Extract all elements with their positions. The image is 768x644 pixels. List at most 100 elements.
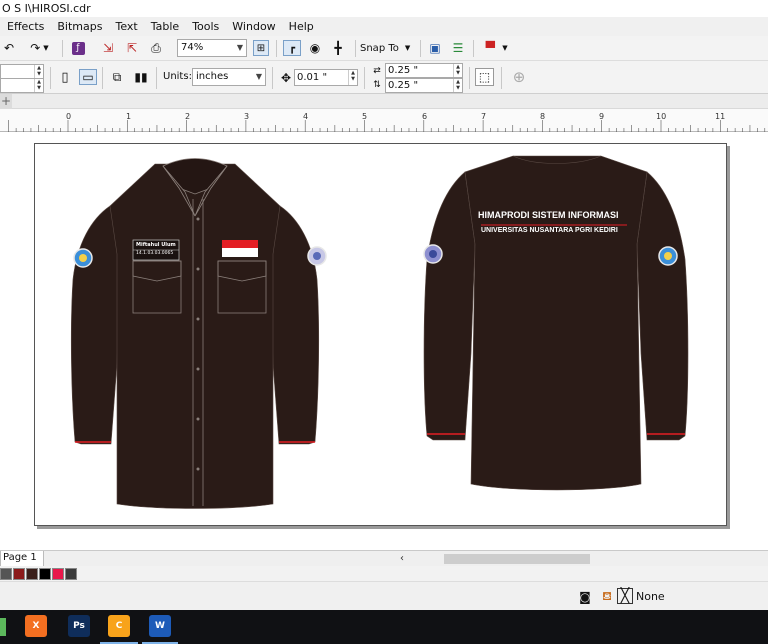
portrait-button[interactable]: ▯ [57, 69, 73, 85]
back-shirt[interactable] [423, 155, 689, 491]
back-left-sleeve-patch[interactable] [423, 244, 443, 264]
search-content-button[interactable]: ƒ [69, 40, 87, 56]
taskbar-app-word[interactable]: W [149, 615, 171, 637]
menu-table[interactable]: Table [151, 20, 179, 33]
options-icon: ☰ [452, 41, 464, 55]
treat-as-filled-button[interactable]: ⬚ [475, 68, 494, 86]
spinner[interactable]: ▲ ▼ [348, 70, 357, 85]
full-screen-preview-button[interactable]: ⊞ [253, 40, 269, 56]
shirt-artwork[interactable] [35, 144, 728, 527]
page-tab[interactable]: Page 1 [0, 551, 44, 567]
page-tab-label: Page 1 [3, 552, 37, 563]
nudge-distance-field[interactable]: 0.01 " ▲ ▼ [294, 69, 358, 86]
snap-to-dropdown[interactable]: Snap To ▼ [360, 40, 414, 56]
taskbar-app-xampp[interactable]: X [25, 615, 47, 637]
page-height-field[interactable]: ▲ ▼ [0, 78, 44, 93]
spinner[interactable]: ▲ ▼ [34, 65, 43, 78]
import-button[interactable]: ⇲ [99, 40, 117, 56]
fill-bucket-icon[interactable]: ⛾ [599, 589, 615, 605]
separator [272, 67, 273, 89]
zoom-level-value: 74% [181, 42, 204, 53]
add-page-button[interactable]: ⊕ [509, 68, 529, 86]
menu-effects[interactable]: Effects [7, 20, 44, 33]
chevron-down-icon: ▼ [43, 44, 49, 52]
current-page-button[interactable]: ▮▮ [132, 69, 150, 85]
horizontal-ruler[interactable]: 0 1 2 3 4 5 6 7 8 9 10 11 [0, 109, 768, 132]
options-button[interactable]: ☰ [449, 40, 467, 56]
separator [355, 40, 356, 57]
scroll-left-button[interactable]: ‹ [397, 553, 407, 565]
back-right-sleeve-patch[interactable] [658, 246, 678, 266]
back-text-line2: UNIVERSITAS NUSANTARA PGRI KEDIRI [481, 227, 618, 234]
units-value: inches [196, 71, 229, 82]
front-shirt[interactable] [70, 158, 327, 509]
menu-bitmaps[interactable]: Bitmaps [57, 20, 102, 33]
palette-swatch[interactable] [39, 568, 51, 580]
menu-window[interactable]: Window [232, 20, 275, 33]
menu-text[interactable]: Text [115, 20, 137, 33]
zoom-fit-icon: ⊞ [256, 42, 266, 54]
separator [102, 67, 103, 89]
application-launcher-button[interactable]: ▀ ▼ [479, 40, 511, 56]
ruler-label: 11 [715, 112, 726, 121]
spinner[interactable]: ▲ ▼ [453, 64, 462, 77]
drawing-window[interactable]: Miftahul Ulum 14.1.03.03.0065 HIMAPRODI … [0, 132, 768, 550]
ruler-label: 8 [540, 112, 546, 121]
undo-icon: ↶ [3, 41, 15, 55]
palette-swatch[interactable] [0, 568, 12, 580]
redo-button[interactable]: ↷ ▼ [26, 40, 50, 56]
palette-swatch[interactable] [13, 568, 25, 580]
snap-frame-icon: ⬚ [478, 70, 491, 84]
separator [501, 67, 502, 89]
current-page-icon: ▮▮ [134, 70, 148, 84]
flag-white[interactable] [222, 248, 258, 257]
landscape-button[interactable]: ▭ [79, 69, 97, 85]
no-fill-icon[interactable]: ╳ [617, 588, 633, 604]
ruler-label: 0 [66, 112, 72, 121]
left-sleeve-patch[interactable] [73, 248, 93, 268]
right-sleeve-patch[interactable] [307, 246, 327, 266]
all-pages-button[interactable]: ⧉ [108, 69, 126, 85]
document-page[interactable]: Miftahul Ulum 14.1.03.03.0065 HIMAPRODI … [34, 143, 727, 526]
palette-swatch[interactable] [65, 568, 77, 580]
duplicate-distance-y-field[interactable]: 0.25 " ▲ ▼ [385, 78, 463, 93]
view-mode-button[interactable]: ◉ [306, 40, 324, 56]
export-button[interactable]: ⇱ [123, 40, 141, 56]
window-title: O S I\HIROSI.cdr [2, 2, 91, 15]
palette-swatch[interactable] [52, 568, 64, 580]
spinner[interactable]: ▲ ▼ [453, 79, 462, 92]
object-details-icon[interactable]: ◙ [577, 589, 593, 605]
menu-help[interactable]: Help [289, 20, 314, 33]
name-tag-id: 14.1.03.03.0065 [136, 251, 174, 256]
flag-red[interactable] [222, 240, 258, 248]
page-width-field[interactable]: ▲ ▼ [0, 64, 44, 79]
nudge-icon: ✥ [280, 71, 292, 85]
taskbar-app-coreldraw[interactable]: C [108, 615, 130, 637]
taskbar: X Ps C W [0, 610, 768, 644]
duplicate-distance-x-field[interactable]: 0.25 " ▲ ▼ [385, 63, 463, 78]
spinner[interactable]: ▲ ▼ [34, 79, 43, 92]
welcome-screen-button[interactable]: ▣ [426, 40, 444, 56]
add-circle-icon: ⊕ [512, 68, 526, 86]
separator [420, 40, 421, 57]
taskbar-app-photoshop[interactable]: Ps [68, 615, 90, 637]
landscape-icon: ▭ [82, 70, 94, 84]
separator [364, 67, 365, 89]
fill-status-label: None [636, 590, 665, 603]
zoom-level-combo[interactable]: 74% ▼ [177, 39, 247, 57]
undo-button[interactable]: ↶ [0, 40, 18, 56]
ruler-label: 1 [126, 112, 132, 121]
separator [50, 67, 51, 89]
horizontal-scrollbar-thumb[interactable] [444, 554, 590, 564]
document-tab-strip: + [0, 94, 768, 109]
menu-tools[interactable]: Tools [192, 20, 219, 33]
new-tab-button[interactable]: + [0, 94, 12, 109]
publish-pdf-button[interactable]: ⎙ [147, 40, 165, 56]
show-guidelines-button[interactable]: ╋ [329, 40, 347, 56]
palette-swatch[interactable] [26, 568, 38, 580]
back-text-line1: HIMAPRODI SISTEM INFORMASI [478, 210, 619, 220]
taskbar-start-edge[interactable] [0, 618, 6, 636]
units-combo[interactable]: inches ▼ [192, 68, 266, 86]
show-rulers-button[interactable]: ┏ [283, 40, 301, 56]
welcome-icon: ▣ [429, 41, 441, 55]
